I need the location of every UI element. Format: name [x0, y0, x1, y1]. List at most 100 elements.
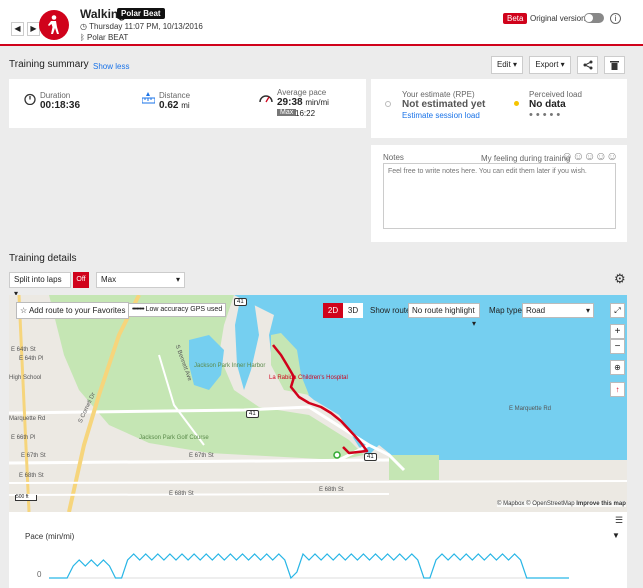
source-badge: Polar Beat — [117, 8, 165, 19]
rpe-indicator — [385, 101, 391, 107]
street-label: E 68th St — [19, 473, 44, 479]
park-label: Jackson Park Golf Course — [139, 435, 209, 441]
map-scale: 500 ft — [15, 495, 37, 501]
original-version-toggle[interactable] — [584, 13, 604, 23]
crosshair-icon: ⊕ — [614, 363, 621, 372]
pace-zero-tick: 0 — [37, 570, 42, 579]
route-highlight-select[interactable]: No route highlight ▾ — [408, 303, 480, 328]
show-less-link[interactable]: Show less — [93, 62, 129, 71]
street-label: E 68th St — [169, 491, 194, 497]
feeling-label: My feeling during training — [481, 154, 571, 163]
notes-label: Notes — [383, 153, 404, 162]
duration-value: 00:18:36 — [40, 100, 81, 111]
improve-map-link[interactable]: Improve this map — [576, 501, 626, 507]
chevron-down-icon: ▾ — [175, 275, 180, 284]
max-pace-value: 16:22 — [295, 109, 316, 118]
map-attribution: © Mapbox © OpenStreetMap Improve this ma… — [497, 501, 626, 507]
rpe-label: Your estimate (RPE) — [402, 90, 475, 99]
park-label: Jackson Park Inner Harbor — [194, 363, 266, 369]
map-canvas — [9, 295, 627, 512]
zoom-out-button[interactable]: − — [610, 339, 625, 354]
split-laps-select[interactable]: Split into laps ▾ — [9, 272, 71, 298]
share-icon — [583, 60, 592, 70]
street-label: E 66th Pl — [11, 435, 36, 441]
pace-value: 29:38 min/mi — [277, 97, 329, 108]
stopwatch-icon — [24, 93, 36, 105]
distance-icon — [142, 92, 155, 104]
duration-label: Duration — [40, 91, 71, 100]
pace-series-line — [49, 552, 569, 580]
route-shield: 41 — [246, 410, 259, 418]
route-map[interactable]: E 64th St High School E Marquette Rd Mar… — [9, 295, 627, 512]
show-route-label: Show route — [370, 306, 411, 315]
delete-button[interactable] — [604, 56, 625, 74]
chevron-down-icon: ▾ — [471, 319, 476, 328]
load-card: Your estimate (RPE) Not estimated yet Es… — [371, 79, 627, 138]
map-2d-button[interactable]: 2D — [323, 303, 343, 318]
edit-button[interactable]: Edit ▾ — [491, 56, 523, 74]
clock-icon: ◷ — [80, 22, 87, 31]
share-button[interactable] — [577, 56, 598, 74]
street-label: E 67th St — [21, 453, 46, 459]
notes-textarea[interactable] — [383, 163, 616, 229]
compass-icon: ↑ — [615, 385, 620, 394]
export-button[interactable]: Export ▾ — [529, 56, 571, 74]
chevron-down-icon: ▾ — [513, 60, 518, 69]
chevron-down-icon[interactable]: ▼ — [612, 531, 620, 540]
fullscreen-button[interactable]: ⤢ — [610, 303, 625, 318]
distance-label: Distance — [159, 91, 191, 100]
notes-card: Notes My feeling during training ☺☺☺☺☺ — [371, 145, 627, 242]
chart-settings-icon[interactable]: ☰ — [615, 515, 623, 526]
street-label: E 64th St — [11, 347, 36, 353]
training-summary-title: Training summary — [9, 59, 89, 70]
street-label: E Marquette Rd — [509, 406, 552, 412]
trash-icon — [610, 61, 619, 70]
route-shield: 41 — [234, 298, 247, 306]
speedometer-icon — [259, 95, 273, 103]
load-dots: ••••• — [529, 109, 564, 121]
star-icon: ☆ — [20, 306, 28, 315]
street-label: Marquette Rd — [9, 416, 46, 422]
pace-chart-svg — [49, 552, 569, 580]
training-details-title: Training details — [9, 253, 77, 264]
estimate-session-load-link[interactable]: Estimate session load — [402, 111, 480, 120]
laps-off-toggle[interactable]: Off — [73, 272, 89, 288]
add-favorites-button[interactable]: ☆ Add route to your Favorites — [16, 302, 130, 319]
distance-value: 0.62 mi — [159, 100, 190, 111]
max-pace-tag: Max — [277, 109, 297, 116]
map-type-select[interactable]: Road ▾ — [522, 303, 594, 318]
pace-label: Average pace — [277, 88, 327, 97]
prev-button[interactable]: ◀ — [11, 22, 24, 36]
chevron-down-icon: ▾ — [560, 60, 565, 69]
map-3d-button[interactable]: 3D — [343, 303, 363, 318]
street-label: E 68th St — [319, 487, 344, 493]
low-accuracy-legend: •••••••• Low accuracy GPS used — [128, 303, 227, 317]
original-version-label: Original version — [530, 14, 586, 23]
info-icon[interactable]: i — [610, 13, 621, 24]
beta-badge: Beta — [503, 13, 528, 24]
compass-button[interactable]: ↑ — [610, 382, 625, 397]
hospital-label: La Rabida Children's Hospital — [269, 375, 348, 381]
zoom-in-button[interactable]: + — [610, 324, 625, 339]
street-label: E 67th St — [189, 453, 214, 459]
load-indicator — [514, 101, 519, 106]
bluetooth-icon: ᛒ — [80, 33, 85, 42]
summary-card: Duration 00:18:36 Distance 0.62 mi Avera… — [9, 79, 366, 128]
gear-icon[interactable]: ⚙ — [614, 271, 626, 287]
chevron-down-icon: ▾ — [585, 306, 590, 315]
locate-button[interactable]: ⊕ — [610, 360, 625, 375]
pace-chart-card: ☰ Pace (min/mi) ▼ 0 — [9, 512, 627, 588]
session-datetime: ◷ Thursday 11:07 PM, 10/13/2016 — [80, 22, 203, 31]
rpe-value: Not estimated yet — [402, 99, 486, 110]
walking-icon — [39, 10, 69, 40]
metric-select[interactable]: Max ▾ — [96, 272, 185, 288]
load-label: Perceived load — [529, 90, 582, 99]
page-header: ◀ ▶ Walking Polar Beat ◷ Thursday 11:07 … — [0, 0, 643, 46]
map-type-label: Map type — [489, 306, 522, 315]
expand-icon: ⤢ — [614, 306, 621, 315]
feeling-faces[interactable]: ☺☺☺☺☺ — [561, 149, 618, 163]
street-label: E 64th Pl — [19, 356, 44, 362]
pace-chart-label: Pace (min/mi) — [25, 532, 75, 541]
device-name: ᛒ Polar BEAT — [80, 33, 129, 42]
route-shield: 41 — [364, 453, 377, 461]
